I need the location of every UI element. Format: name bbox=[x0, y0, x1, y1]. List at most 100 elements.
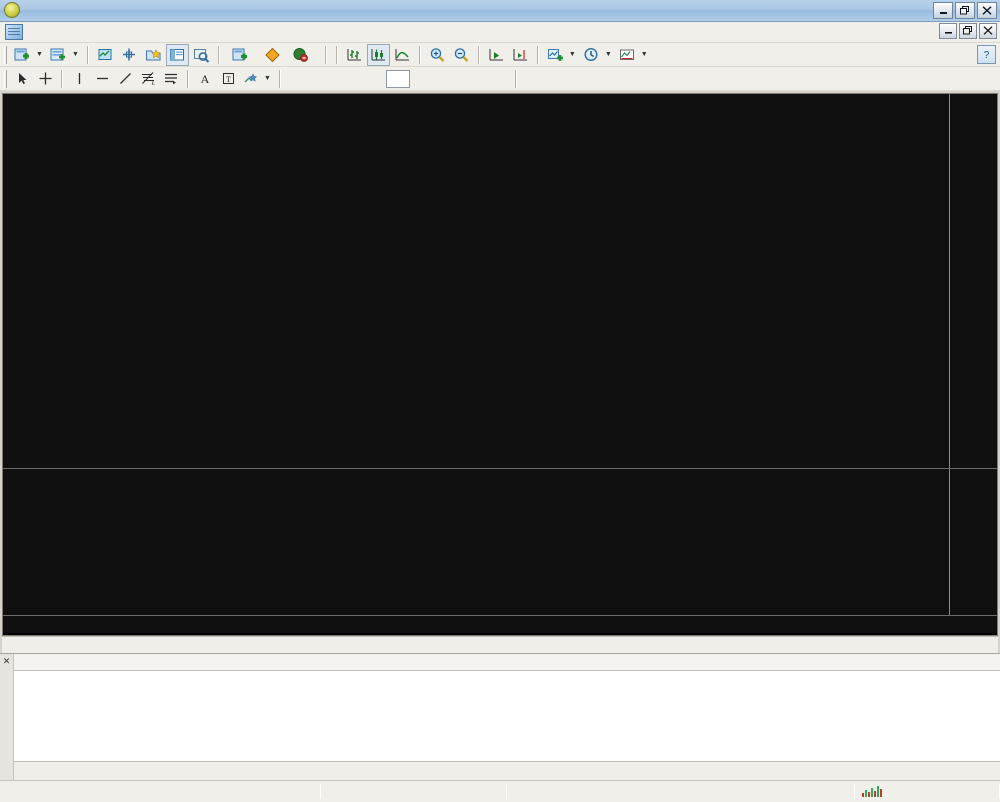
menu-item-charts[interactable] bbox=[83, 29, 101, 35]
profiles-button[interactable] bbox=[47, 44, 70, 66]
alerts-table-body[interactable] bbox=[14, 671, 1000, 763]
close-icon[interactable]: ✕ bbox=[3, 656, 11, 667]
toolbar-separator bbox=[536, 45, 539, 64]
indicator-pane[interactable] bbox=[3, 469, 997, 616]
trendline-icon[interactable] bbox=[114, 68, 136, 90]
timeframe-h4[interactable] bbox=[411, 70, 435, 88]
toolbar-separator bbox=[514, 69, 517, 88]
timeframe-mn[interactable] bbox=[486, 70, 510, 88]
toolbar-separator bbox=[418, 45, 421, 64]
minimize-icon[interactable] bbox=[933, 2, 953, 19]
toolbar-grip[interactable] bbox=[4, 45, 7, 64]
market-watch-button[interactable] bbox=[94, 44, 117, 66]
profiles-caret-icon[interactable]: ▼ bbox=[71, 51, 82, 58]
indicator-plot[interactable] bbox=[3, 469, 949, 615]
help-question-icon[interactable]: ? bbox=[977, 44, 996, 64]
new-chart-button[interactable] bbox=[11, 44, 34, 66]
mdi-minimize-icon[interactable] bbox=[939, 22, 957, 39]
vertical-line-icon[interactable] bbox=[68, 68, 90, 90]
title-bar bbox=[0, 0, 1000, 22]
close-icon[interactable] bbox=[977, 2, 997, 19]
stochastic-lines bbox=[3, 469, 949, 615]
mdi-restore-icon[interactable] bbox=[959, 22, 977, 39]
status-profile[interactable] bbox=[321, 781, 506, 802]
svg-text:T: T bbox=[226, 75, 231, 84]
auto-scroll-button[interactable] bbox=[485, 44, 508, 66]
horizontal-line-icon[interactable] bbox=[91, 68, 113, 90]
menu-item-tools[interactable] bbox=[101, 29, 119, 35]
timeframe-w1[interactable] bbox=[461, 70, 485, 88]
line-chart-button[interactable] bbox=[391, 44, 414, 66]
new-chart-caret-icon[interactable]: ▼ bbox=[35, 51, 46, 58]
expert-advisors-button[interactable] bbox=[285, 44, 320, 66]
terminal-tab-bar bbox=[14, 762, 1000, 781]
price-scale[interactable] bbox=[949, 94, 997, 469]
objects-icon[interactable] bbox=[240, 68, 262, 90]
text-a-icon[interactable]: A bbox=[194, 68, 216, 90]
indicator-scale[interactable] bbox=[949, 469, 997, 616]
new-order-button[interactable] bbox=[225, 44, 260, 66]
equidistant-channel-icon[interactable] bbox=[160, 68, 182, 90]
indicators-button[interactable] bbox=[544, 44, 567, 66]
alerts-table-header bbox=[14, 654, 1000, 672]
svg-text:A: A bbox=[201, 72, 210, 86]
templates-caret-icon[interactable]: ▼ bbox=[640, 51, 651, 58]
zoom-out-button[interactable] bbox=[450, 44, 473, 66]
candlestick-chart-button[interactable] bbox=[366, 43, 390, 66]
metatrader-logo-icon bbox=[4, 2, 20, 19]
price-plot[interactable] bbox=[3, 94, 949, 468]
toolbar-separator bbox=[217, 45, 220, 64]
fibonacci-icon[interactable]: E bbox=[137, 68, 159, 90]
menu-item-file[interactable] bbox=[29, 29, 47, 35]
menu-item-view[interactable] bbox=[47, 29, 65, 35]
toolbar-separator bbox=[187, 69, 189, 88]
restore-icon[interactable] bbox=[955, 2, 975, 19]
menu-item-insert[interactable] bbox=[65, 29, 83, 35]
timeframe-m30[interactable] bbox=[361, 70, 385, 88]
time-axis bbox=[3, 615, 997, 634]
crosshair-icon[interactable] bbox=[34, 68, 56, 90]
mdi-window-controls bbox=[939, 22, 997, 39]
toolbar-grip[interactable] bbox=[4, 69, 7, 88]
toolbar-separator bbox=[278, 69, 281, 88]
timeframe-h1[interactable] bbox=[385, 69, 410, 88]
terminal-sidebar: ✕ bbox=[0, 654, 14, 781]
status-separator bbox=[506, 784, 507, 800]
status-bar bbox=[0, 780, 1000, 802]
menu-bar bbox=[0, 21, 1000, 43]
metaeditor-button[interactable] bbox=[261, 44, 284, 66]
templates-button[interactable] bbox=[616, 44, 639, 66]
strategy-tester-button[interactable] bbox=[190, 44, 213, 66]
timeframes-button[interactable] bbox=[580, 44, 603, 66]
toolbar-separator bbox=[86, 45, 89, 64]
menu-item-help[interactable] bbox=[137, 29, 155, 35]
document-icon bbox=[5, 23, 23, 40]
bar-chart-button[interactable] bbox=[343, 44, 366, 66]
signal-bars-icon bbox=[855, 781, 889, 802]
timeframes-caret-icon[interactable]: ▼ bbox=[604, 51, 615, 58]
data-window-button[interactable] bbox=[118, 44, 141, 66]
chart-shift-button[interactable] bbox=[509, 44, 532, 66]
mdi-close-icon[interactable] bbox=[979, 22, 997, 39]
timeframe-m5[interactable] bbox=[311, 70, 335, 88]
cursor-arrow-icon[interactable] bbox=[11, 68, 33, 90]
text-label-icon[interactable]: T bbox=[217, 68, 239, 90]
toolbar-separator bbox=[335, 45, 338, 64]
menu-item-window[interactable] bbox=[119, 29, 137, 35]
price-candles bbox=[3, 94, 949, 468]
chart-tab-bar bbox=[2, 636, 998, 654]
timeframe-m15[interactable] bbox=[336, 70, 360, 88]
price-pane[interactable] bbox=[3, 94, 997, 470]
terminal-button[interactable] bbox=[165, 43, 189, 66]
indicators-caret-icon[interactable]: ▼ bbox=[568, 51, 579, 58]
zoom-in-button[interactable] bbox=[426, 44, 449, 66]
terminal-panel: ✕ bbox=[0, 653, 1000, 781]
status-help-text bbox=[0, 781, 320, 802]
timeframe-d1[interactable] bbox=[436, 70, 460, 88]
navigator-button[interactable] bbox=[142, 44, 165, 66]
svg-text:?: ? bbox=[984, 50, 990, 61]
chart-window[interactable] bbox=[2, 93, 998, 637]
objects-caret-icon[interactable]: ▼ bbox=[263, 75, 274, 82]
timeframe-m1[interactable] bbox=[286, 70, 310, 88]
main-toolbar: ▼ ▼ ▼ ▼ ▼ ? bbox=[0, 42, 1000, 68]
